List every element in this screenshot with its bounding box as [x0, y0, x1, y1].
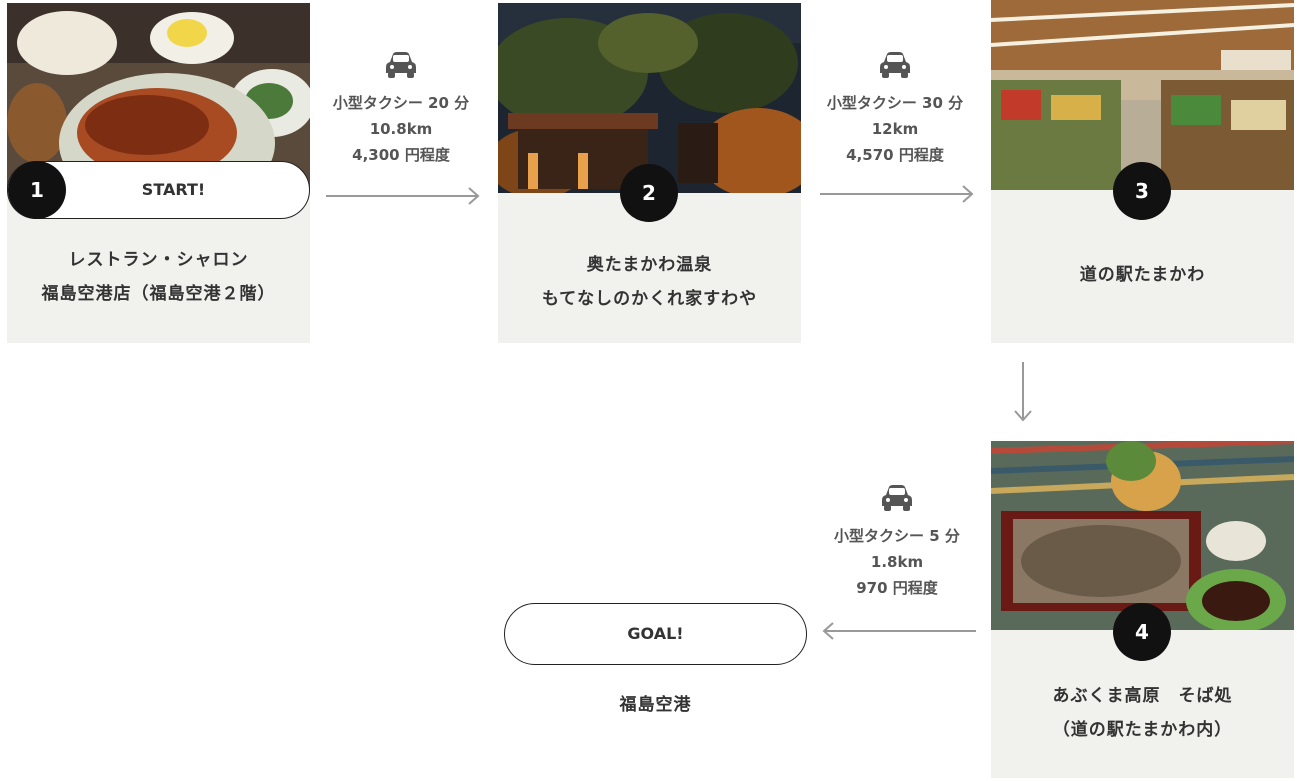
stop-number-badge-1-front: 1 [8, 161, 66, 219]
leg-1-fare: 4,300 円程度 [352, 146, 450, 164]
stop-number-badge-3: 3 [1113, 162, 1171, 220]
stop-name-2-line1: 奥たまかわ温泉 [586, 255, 713, 275]
arrow-left [822, 622, 976, 640]
goal-place: 福島空港 [619, 695, 692, 715]
leg-1-distance: 10.8km [369, 120, 433, 138]
leg-3-fare: 970 円程度 [856, 579, 938, 597]
stop-card-2[interactable]: 2 奥たまかわ温泉 もてなしのかくれ家すわや [498, 3, 801, 343]
leg-2-info: 小型タクシー 30 分 12km 4,570 円程度 [810, 50, 980, 168]
arrow-down [1014, 362, 1032, 422]
stop-name-3: 道の駅たまかわ [991, 258, 1294, 292]
leg-3-distance: 1.8km [870, 553, 924, 571]
stop-name-4: あぶくま高原 そば処 （道の駅たまかわ内） [991, 679, 1294, 747]
leg-3-mode: 小型タクシー 5 分 [834, 527, 960, 545]
leg-2-distance: 12km [871, 120, 919, 138]
stop-number-badge-2: 2 [620, 164, 678, 222]
stop-number-badge-4: 4 [1113, 603, 1171, 661]
leg-2-mode: 小型タクシー 30 分 [826, 94, 964, 112]
stop-card-3[interactable]: 3 道の駅たまかわ [991, 0, 1294, 343]
leg-2-fare: 4,570 円程度 [846, 146, 944, 164]
stop-name-3-line1: 道の駅たまかわ [1079, 265, 1206, 285]
car-icon [880, 52, 910, 78]
stop-photo-4 [991, 441, 1294, 630]
stop-name-4-line2: （道の駅たまかわ内） [1052, 720, 1233, 740]
stop-name-1-line2: 福島空港店（福島空港２階） [41, 284, 276, 304]
stop-name-1-line1: レストラン・シャロン [68, 250, 249, 270]
stop-name-4-line1: あぶくま高原 そば処 [1052, 686, 1233, 706]
arrow-right-2 [820, 185, 974, 203]
leg-1-info: 小型タクシー 20 分 10.8km 4,300 円程度 [318, 50, 484, 168]
stop-name-2-line2: もてなしのかくれ家すわや [541, 289, 758, 309]
goal-pill: GOAL! [504, 603, 807, 665]
stop-card-4[interactable]: 4 あぶくま高原 そば処 （道の駅たまかわ内） [991, 441, 1294, 778]
stop-name-2: 奥たまかわ温泉 もてなしのかくれ家すわや [498, 248, 801, 316]
car-icon [386, 52, 416, 78]
leg-3-info: 小型タクシー 5 分 1.8km 970 円程度 [815, 483, 979, 601]
route-map: 1 レストラン・シャロン 福島空港店（福島空港２階） START! 1 小型タク… [0, 0, 1297, 781]
stop-name-1: レストラン・シャロン 福島空港店（福島空港２階） [7, 243, 310, 311]
car-icon [882, 485, 912, 511]
arrow-right-1 [326, 187, 480, 205]
leg-1-mode: 小型タクシー 20 分 [332, 94, 470, 112]
